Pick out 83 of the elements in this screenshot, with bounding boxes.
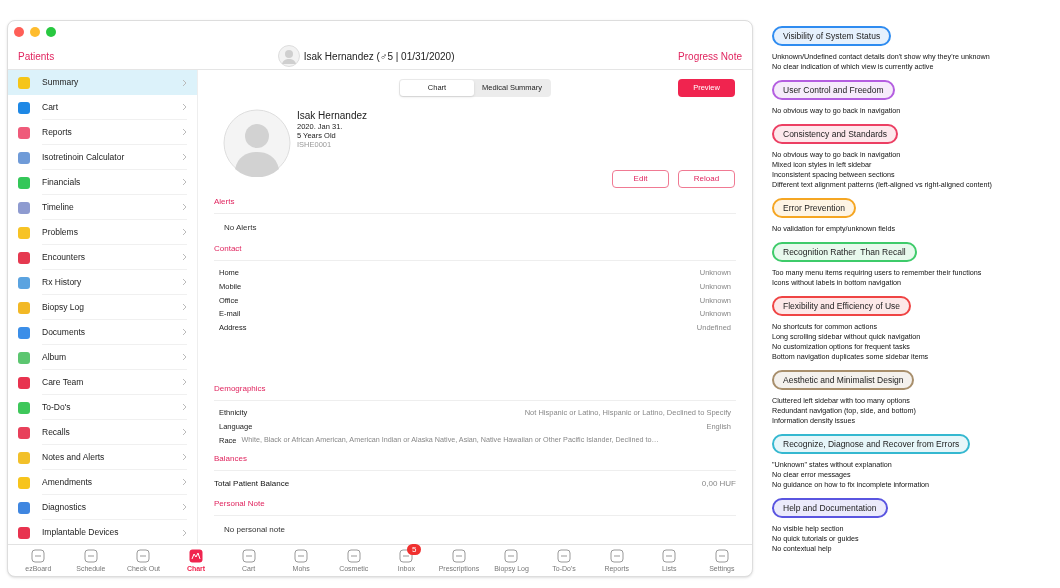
sidebar-label: Financials bbox=[42, 175, 82, 189]
chevron-icon bbox=[182, 78, 187, 87]
chevron-icon bbox=[182, 353, 187, 361]
chevron-icon bbox=[182, 478, 187, 486]
chevron-icon bbox=[182, 428, 187, 436]
field-value: 0,00 HUF bbox=[701, 478, 736, 491]
heuristic-tag: Visibility of System Status bbox=[772, 26, 892, 46]
sidebar-label: Diagnostics bbox=[42, 500, 87, 514]
tab-icon bbox=[609, 548, 624, 563]
chevron-icon bbox=[182, 278, 187, 286]
heuristic-tag: Recognize, Diagnose and Recover from Errors bbox=[772, 434, 971, 454]
sidebar-label: Album bbox=[42, 350, 68, 364]
patient-title: Isak Hernandez (♂5 | 01/31/2020) bbox=[303, 49, 455, 64]
tab-icon bbox=[189, 548, 203, 563]
heuristic-tag: Error Prevention bbox=[772, 198, 856, 218]
patient-name: Isak Hernandez bbox=[297, 110, 368, 122]
tab-icon bbox=[504, 548, 519, 563]
chevron-icon bbox=[182, 203, 187, 211]
sidebar-label: Rx History bbox=[42, 275, 83, 289]
sidebar-label: Notes and Alerts bbox=[42, 450, 106, 464]
chevron-icon bbox=[182, 253, 187, 261]
progress-note-link[interactable]: Progress Note bbox=[678, 48, 742, 64]
heuristic-tag: User Control and Freedom bbox=[772, 80, 895, 100]
sidebar-label: Biopsy Log bbox=[42, 300, 86, 314]
count-badge: 5 bbox=[407, 544, 422, 555]
outline-button[interactable]: Reload bbox=[678, 170, 735, 188]
heuristic-tag: Flexibility and Efficiency of Use bbox=[772, 296, 911, 316]
chevron-icon bbox=[182, 178, 187, 186]
sidebar-label: Care Team bbox=[42, 375, 85, 389]
tab-icon bbox=[399, 548, 414, 563]
chevron-icon bbox=[182, 503, 187, 511]
chevron-icon bbox=[182, 403, 187, 411]
section-title: Alerts bbox=[214, 196, 736, 214]
chevron-icon bbox=[182, 453, 187, 461]
sidebar-label: Documents bbox=[42, 325, 86, 339]
avatar-icon bbox=[223, 109, 291, 177]
tab-icon bbox=[136, 548, 151, 563]
tab-icon bbox=[451, 548, 466, 563]
tab-icon bbox=[31, 548, 46, 563]
field-label: Total Patient Balance bbox=[214, 478, 290, 491]
sidebar-label: Reports bbox=[42, 125, 73, 139]
sidebar-label: Summary bbox=[42, 76, 80, 89]
sidebar-label: Encounters bbox=[42, 250, 86, 264]
sidebar-label: Problems bbox=[42, 225, 79, 239]
back-link[interactable]: Patients bbox=[18, 48, 55, 64]
chevron-icon bbox=[182, 528, 187, 537]
sidebar-label: Amendments bbox=[42, 475, 94, 489]
note-text: No Alerts bbox=[224, 222, 257, 234]
avatar-icon bbox=[277, 45, 300, 67]
chevron-icon bbox=[182, 128, 187, 136]
sidebar-label: To-Do's bbox=[42, 400, 72, 414]
sidebar-item[interactable]: Summary bbox=[8, 70, 197, 95]
chevron-icon bbox=[182, 378, 187, 386]
sidebar-label: Recalls bbox=[42, 425, 71, 439]
tab-icon bbox=[662, 548, 677, 563]
outline-button[interactable]: Edit bbox=[612, 170, 669, 188]
heuristic-tag: Aesthetic and Minimalist Design bbox=[772, 370, 915, 390]
sidebar-label: Isotretinoin Calculator bbox=[42, 150, 126, 164]
sidebar-label: Timeline bbox=[42, 200, 75, 214]
tab-icon bbox=[294, 548, 309, 563]
heuristic-tag: Consistency and Standards bbox=[772, 124, 898, 144]
chevron-icon bbox=[182, 303, 187, 311]
tab-icon bbox=[714, 548, 729, 563]
tab-icon bbox=[557, 548, 572, 563]
close-button[interactable] bbox=[14, 27, 24, 37]
section-title: Contact bbox=[214, 243, 736, 261]
heuristic-tag: Help and Documentation bbox=[772, 498, 888, 518]
note-text: No personal note bbox=[224, 524, 285, 537]
tab-icon bbox=[346, 548, 361, 563]
minimize-button[interactable] bbox=[30, 27, 40, 37]
zoom-button[interactable] bbox=[46, 27, 56, 37]
section-title: Demographics bbox=[214, 383, 736, 401]
tab-icon bbox=[241, 548, 256, 563]
chevron-icon bbox=[182, 103, 187, 111]
tab-icon bbox=[83, 548, 98, 563]
chevron-icon bbox=[182, 153, 187, 161]
sidebar-label: Implantable Devices bbox=[42, 526, 120, 539]
heuristic-tag: Recognition Rather Than Recall bbox=[772, 242, 917, 262]
chevron-icon bbox=[182, 328, 187, 336]
chevron-icon bbox=[182, 228, 187, 236]
section-title: Personal Note bbox=[214, 498, 736, 517]
section-title: Balances bbox=[214, 453, 736, 472]
sidebar-label: Cart bbox=[42, 100, 60, 114]
